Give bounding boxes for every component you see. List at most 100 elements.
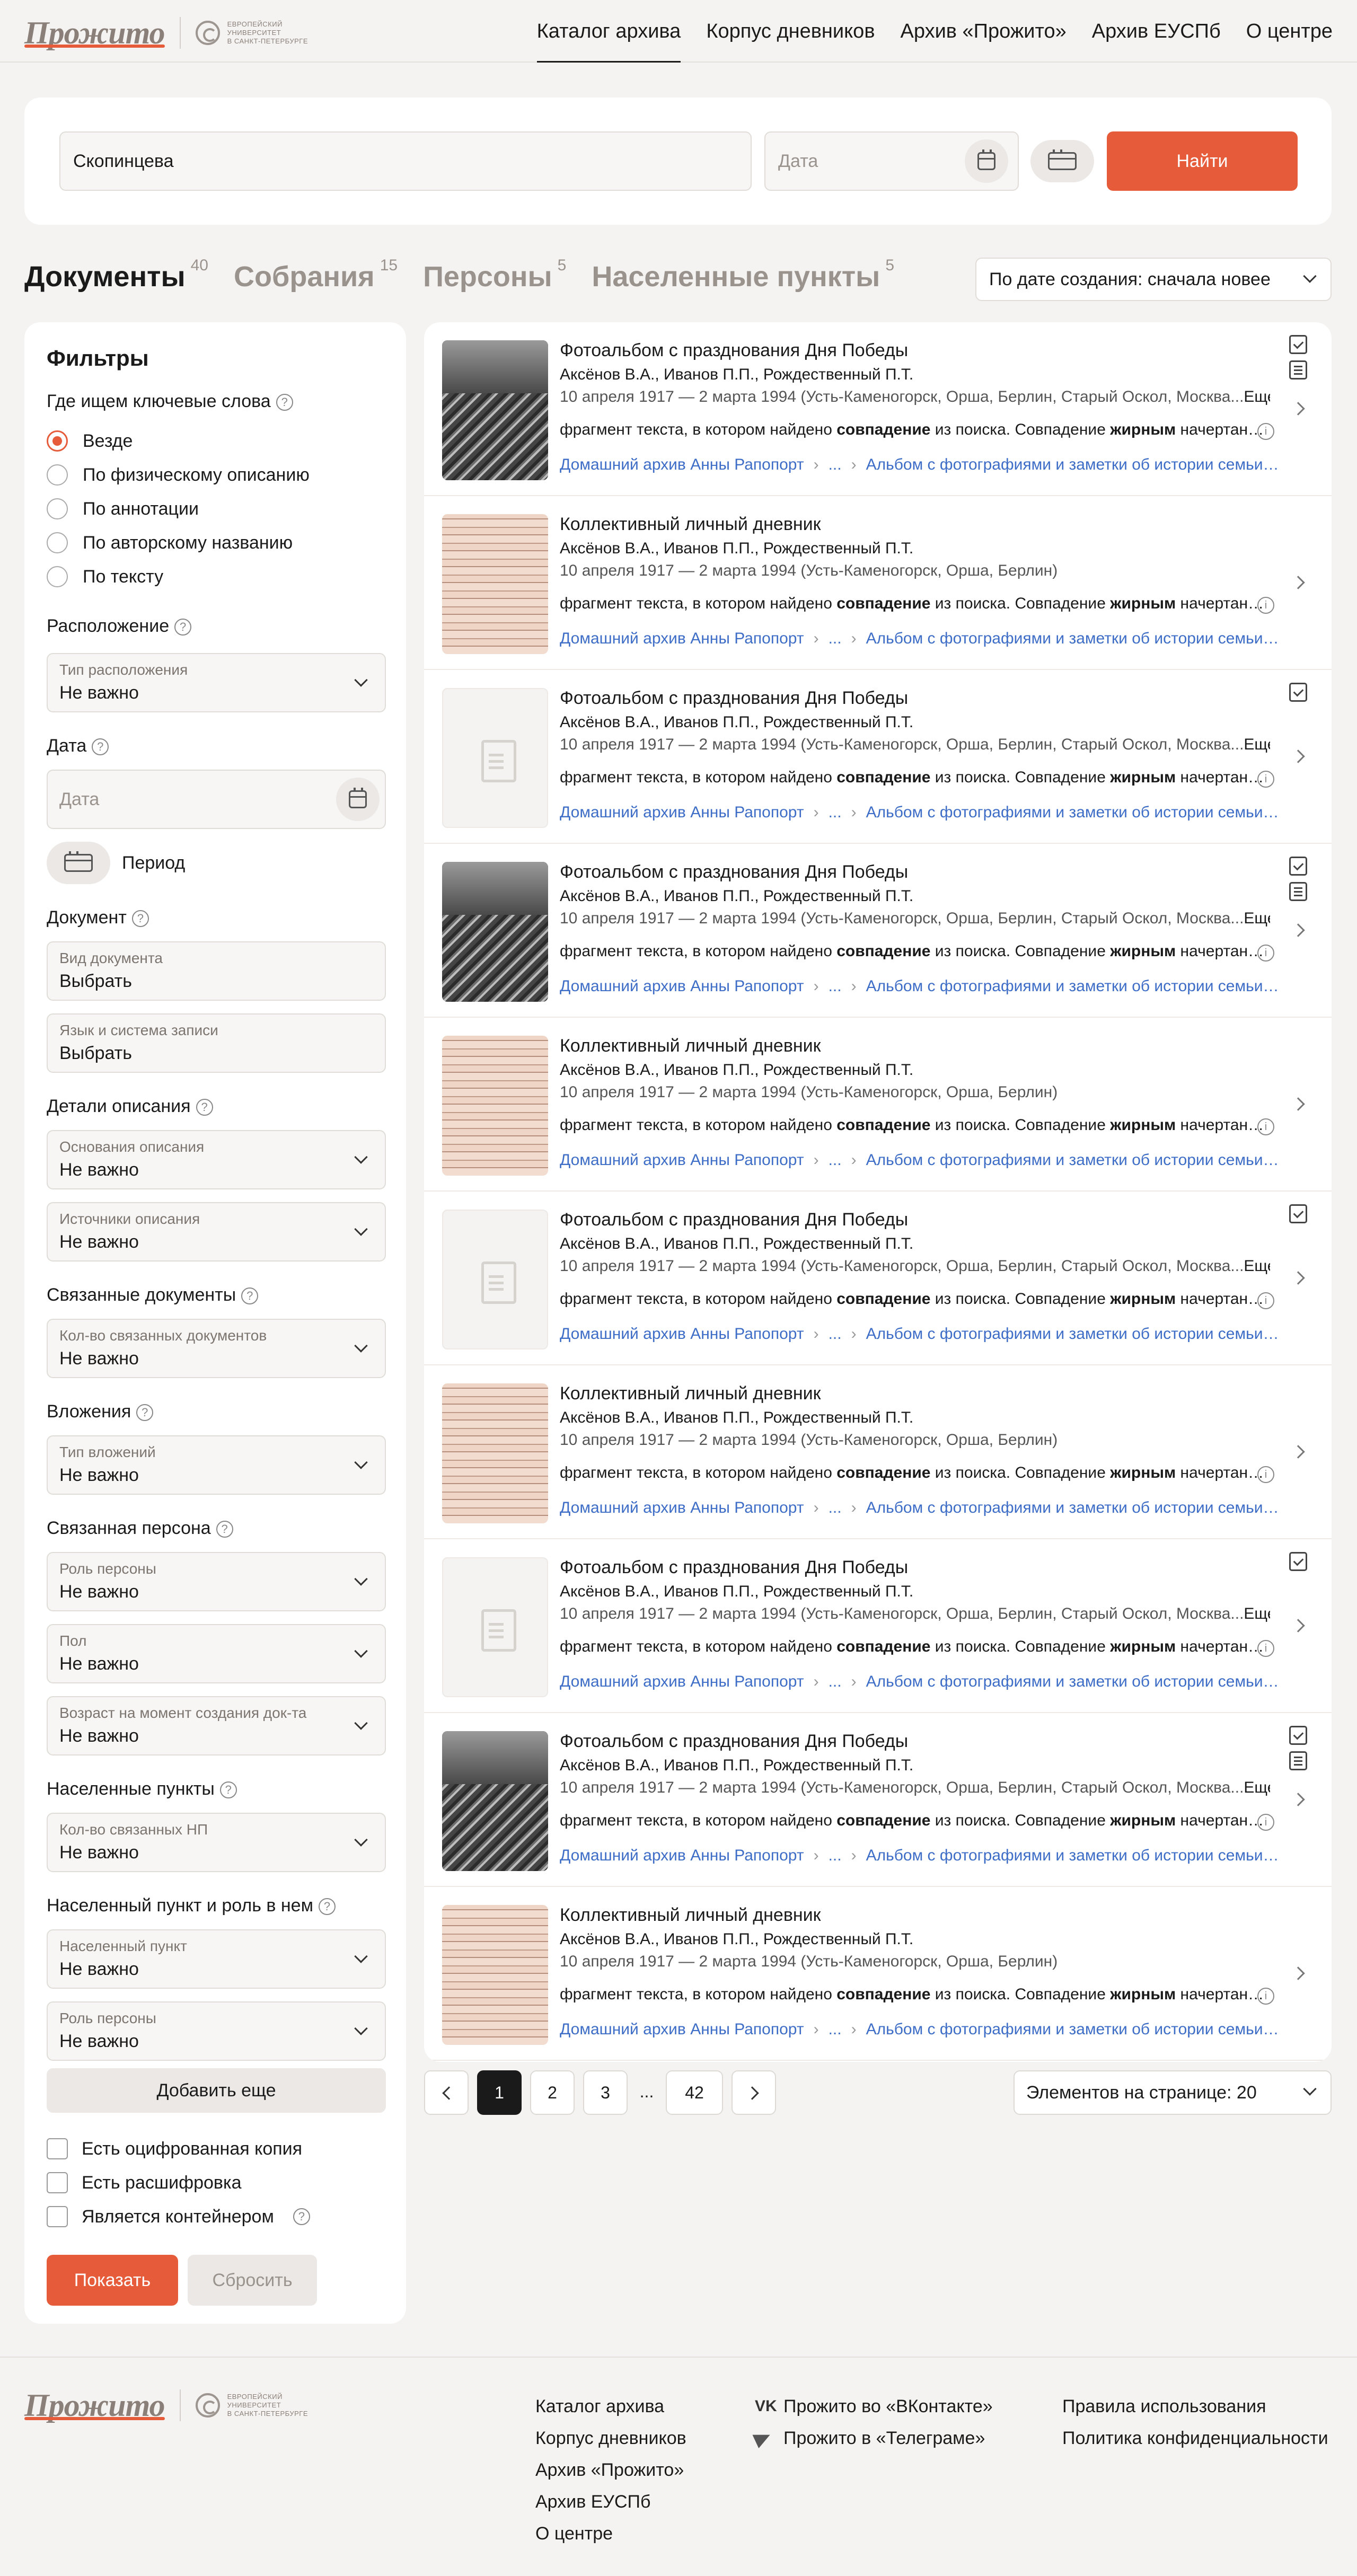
person-sex-select[interactable]: Пол Не важно [47,1624,386,1683]
next-page-button[interactable] [732,2070,776,2115]
breadcrumb-link[interactable]: Домашний архив Анны Рапопорт [560,456,804,473]
search-submit-button[interactable]: Найти [1107,131,1298,191]
breadcrumb-link[interactable]: Домашний архив Анны Рапопорт [560,630,804,647]
info-icon[interactable]: i [1257,423,1274,440]
info-icon[interactable]: i [1257,1640,1274,1657]
breadcrumb-ellipsis[interactable]: ... [829,1847,842,1864]
result-title[interactable]: Фотоальбом с празднования Дня Победы [560,1210,908,1230]
checkbox-container[interactable]: Является контейнером? [47,2206,310,2227]
nav-diary-corpus[interactable]: Корпус дневников [706,0,875,63]
result-thumbnail[interactable] [442,1731,548,1871]
footer-link-telegram[interactable]: Прожито в «Телеграме» [752,2422,993,2454]
result-row[interactable]: Фотоальбом с празднования Дня Победы Акс… [424,844,1332,1018]
period-button[interactable] [47,842,110,884]
search-input[interactable]: Скопинцева [59,131,752,191]
nav-prozhito-archive[interactable]: Архив «Прожито» [901,0,1067,63]
more-places-link[interactable]: Еще 4 [1244,736,1270,753]
result-thumbnail[interactable] [442,1905,548,2045]
breadcrumb-link[interactable]: Домашний архив Анны Рапопорт [560,977,804,995]
breadcrumb-link[interactable]: Альбом с фотографиями и заметки об истор… [866,630,1281,647]
breadcrumb-link[interactable]: Альбом с фотографиями и заметки об истор… [866,1847,1281,1864]
result-title[interactable]: Фотоальбом с празднования Дня Победы [560,340,908,361]
more-places-link[interactable]: Еще 4 [1244,1257,1270,1275]
eusp-logo[interactable]: ЕВРОПЕЙСКИЙ УНИВЕРСИТЕТ В САНКТ-ПЕТЕРБУР… [195,20,308,46]
result-row[interactable]: Коллективный личный дневник Аксёнов В.А.… [424,1018,1332,1192]
basis-select[interactable]: Основания описания Не важно [47,1130,386,1189]
result-row[interactable]: Фотоальбом с празднования Дня Победы Акс… [424,1713,1332,1887]
help-icon[interactable]: ? [216,1521,233,1538]
info-icon[interactable]: i [1257,945,1274,961]
result-title[interactable]: Коллективный личный дневник [560,1383,821,1404]
info-icon[interactable]: i [1257,1466,1274,1483]
location-type-select[interactable]: Тип расположения Не важно [47,653,386,712]
radio-text[interactable]: По тексту [47,566,163,587]
help-icon[interactable]: ? [318,1898,336,1915]
person-role-select[interactable]: Роль персоны Не важно [47,1552,386,1611]
result-row[interactable]: Коллективный личный дневник Аксёнов В.А.… [424,1887,1332,2061]
info-icon[interactable]: i [1257,597,1274,614]
breadcrumb-link[interactable]: Альбом с фотографиями и заметки об истор… [866,456,1281,473]
help-icon[interactable]: ? [196,1099,213,1116]
result-thumbnail[interactable] [442,340,548,480]
result-thumbnail[interactable] [442,1383,548,1523]
search-calendar-button[interactable] [965,139,1008,183]
places-count-select[interactable]: Кол-во связанных НП Не важно [47,1813,386,1872]
footer-link-prozhito-archive[interactable]: Архив «Прожито» [535,2454,686,2486]
result-title[interactable]: Фотоальбом с празднования Дня Победы [560,862,908,883]
per-page-select[interactable]: Элементов на странице: 20 [1014,2070,1332,2115]
help-icon[interactable]: ? [92,738,109,755]
info-icon[interactable]: i [1257,1814,1274,1831]
breadcrumb-link[interactable]: Альбом с фотографиями и заметки об истор… [866,804,1281,821]
more-places-link[interactable]: Еще 4 [1244,1779,1270,1796]
tab-places[interactable]: Населенные пункты 5 [592,257,894,293]
help-icon[interactable]: ? [219,1781,237,1798]
result-title[interactable]: Коллективный личный дневник [560,514,821,535]
reset-filters-button[interactable]: Сбросить [188,2255,317,2306]
tab-persons[interactable]: Персоны 5 [423,257,566,293]
result-row[interactable]: Фотоальбом с празднования Дня Победы Акс… [424,670,1332,844]
related-count-select[interactable]: Кол-во связанных документов Не важно [47,1319,386,1378]
breadcrumb-ellipsis[interactable]: ... [829,1673,842,1690]
result-thumbnail[interactable] [442,688,548,828]
more-places-link[interactable]: Еще 4 [1244,388,1270,405]
radio-author-title[interactable]: По авторскому названию [47,532,293,553]
footer-link-privacy[interactable]: Политика конфиденциальности [1062,2422,1328,2454]
breadcrumb-ellipsis[interactable]: ... [829,1499,842,1516]
help-icon[interactable]: ? [136,1404,154,1421]
breadcrumb-link[interactable]: Альбом с фотографиями и заметки об истор… [866,2021,1281,2038]
prev-page-button[interactable] [424,2070,469,2115]
tab-documents[interactable]: Документы 40 [24,257,208,293]
help-icon[interactable]: ? [276,394,293,411]
more-places-link[interactable]: Еще 4 [1244,910,1270,927]
breadcrumb-link[interactable]: Домашний архив Анны Рапопорт [560,804,804,821]
result-title[interactable]: Фотоальбом с празднования Дня Победы [560,688,908,709]
info-icon[interactable]: i [1257,1292,1274,1309]
doc-kind-select[interactable]: Вид документа Выбрать [47,941,386,1001]
footer-link-eusp-archive[interactable]: Архив ЕУСПб [535,2486,686,2518]
footer-link-about[interactable]: О центре [535,2518,686,2549]
result-thumbnail[interactable] [442,514,548,654]
result-row[interactable]: Коллективный личный дневник Аксёнов В.А.… [424,1365,1332,1539]
eusp-logo[interactable]: ЕВРОПЕЙСКИЙ УНИВЕРСИТЕТ В САНКТ-ПЕТЕРБУР… [195,2393,308,2418]
result-row[interactable]: Фотоальбом с празднования Дня Победы Акс… [424,1539,1332,1713]
checkbox-transcribed[interactable]: Есть расшифровка [47,2172,242,2193]
result-thumbnail[interactable] [442,1036,548,1176]
help-icon[interactable]: ? [174,619,192,636]
breadcrumb-ellipsis[interactable]: ... [829,804,842,821]
info-icon[interactable]: i [1257,1118,1274,1135]
breadcrumb-link[interactable]: Альбом с фотографиями и заметки об истор… [866,977,1281,995]
breadcrumb-link[interactable]: Домашний архив Анны Рапопорт [560,1499,804,1516]
result-title[interactable]: Фотоальбом с празднования Дня Победы [560,1557,908,1578]
footer-link-vk[interactable]: VK Прожито во «ВКонтакте» [755,2390,993,2422]
show-results-button[interactable]: Показать [47,2255,178,2306]
page-42-button[interactable]: 42 [666,2070,723,2115]
prozhito-logo[interactable]: Прожито [24,2389,165,2421]
checkbox-digitized[interactable]: Есть оцифрованная копия [47,2138,302,2159]
page-3-button[interactable]: 3 [583,2070,628,2115]
help-icon[interactable]: ? [241,1287,259,1304]
breadcrumb-ellipsis[interactable]: ... [829,630,842,647]
add-more-button[interactable]: Добавить еще [47,2068,386,2113]
filter-calendar-button[interactable] [336,778,380,821]
breadcrumb-link[interactable]: Альбом с фотографиями и заметки об истор… [866,1673,1281,1690]
sort-select[interactable]: По дате создания: сначала новее [975,258,1332,301]
